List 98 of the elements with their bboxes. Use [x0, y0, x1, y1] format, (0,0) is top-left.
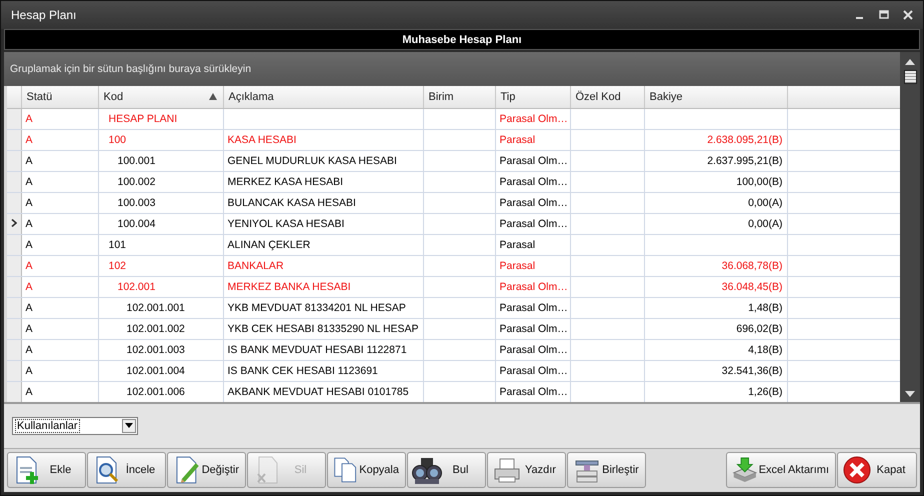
scroll-up-icon[interactable] — [904, 58, 916, 66]
column-header[interactable]: Tip — [495, 86, 570, 109]
table-cell-text: 100.003 — [116, 197, 156, 210]
table-cell: A — [26, 155, 33, 168]
table-cell: 1,48(B) — [748, 302, 782, 314]
toolbar-button[interactable]: Kopyala — [327, 452, 406, 488]
table-cell: Parasal Olm… — [500, 113, 568, 126]
column-header[interactable]: Açıklama — [223, 86, 423, 109]
table-cell: A — [26, 239, 33, 252]
table-cell-text: 102.001.002 — [126, 323, 185, 336]
table-cell-text: 101 — [108, 239, 126, 252]
table-cell: MERKEZ BANKA HESABI — [228, 281, 351, 294]
table-cell: A — [26, 302, 33, 314]
table-cell-text: HESAP PLANI — [108, 113, 178, 126]
table-cell: BANKALAR — [228, 260, 284, 272]
column-header[interactable]: Statü — [21, 86, 98, 109]
table-cell-text: 100.004 — [116, 218, 156, 230]
toolbar-button[interactable]: Excel Aktarımı — [726, 452, 836, 488]
header-title: Muhasebe Hesap Planı — [402, 34, 522, 46]
table-cell-text: 102.001.003 — [126, 344, 185, 356]
toolbar-button[interactable]: İncele — [87, 452, 166, 488]
table-cell: 32.541,36(B) — [722, 365, 782, 378]
table-cell: ALINAN ÇEKLER — [228, 239, 310, 252]
table-cell: A — [26, 197, 33, 210]
table-cell: A — [26, 113, 33, 126]
table-cell: AKBANK MEVDUAT HESABI 0101785 — [228, 386, 409, 398]
table-cell: A — [26, 218, 33, 230]
table-cell: 696,02(B) — [736, 323, 782, 336]
table-cell: Parasal Olm… — [500, 155, 568, 168]
table-cell: A — [26, 344, 33, 356]
table-cell: YKB CEK HESABI 81335290 NL HESAP — [228, 323, 419, 336]
table-cell: Parasal Olm… — [500, 365, 568, 378]
scroll-down-icon[interactable] — [904, 390, 916, 398]
table-cell: 0,00(A) — [748, 197, 782, 210]
current-row-icon — [11, 219, 17, 228]
toolbar-button[interactable]: Bul — [407, 452, 486, 488]
table-cell: 36.068,78(B) — [722, 260, 782, 272]
table-cell: 4,18(B) — [748, 344, 782, 356]
table-cell: A — [26, 365, 33, 378]
table-cell: Parasal Olm… — [500, 218, 568, 230]
table-cell: Parasal Olm… — [500, 323, 568, 336]
table-cell-text: 102.001.006 — [126, 386, 185, 398]
table-cell: A — [26, 323, 33, 336]
toolbar-button[interactable]: Yazdır — [487, 452, 566, 488]
table-cell: A — [26, 281, 33, 294]
column-header[interactable]: Bakiye — [644, 86, 787, 109]
filter-dropdown[interactable]: Kullanılanlar — [12, 416, 138, 435]
toolbar-button[interactable]: Değiştir — [167, 452, 246, 488]
table-cell: Parasal Olm… — [500, 386, 568, 398]
table-cell: IS BANK MEVDUAT HESABI 1122871 — [228, 344, 407, 356]
table-cell-text: 100.002 — [116, 176, 156, 188]
row-indicator[interactable] — [7, 214, 21, 235]
table-cell: A — [26, 260, 33, 272]
table-cell: GENEL MUDURLUK KASA HESABI — [228, 155, 397, 168]
table-cell: 100,00(B) — [736, 176, 782, 188]
table-cell-text: 100.001 — [116, 155, 156, 168]
table-cell-text: 100 — [108, 134, 126, 146]
scroll-thumb[interactable] — [904, 70, 916, 84]
sort-up-icon — [208, 93, 216, 100]
table-cell: IS BANK CEK HESABI 1123691 — [228, 365, 378, 378]
table-cell: Parasal Olm… — [500, 302, 568, 314]
table-cell: Parasal — [500, 260, 536, 272]
table-cell: KASA HESABI — [228, 134, 296, 146]
table-cell: 0,00(A) — [748, 218, 782, 230]
table-cell: YKB MEVDUAT 81334201 NL HESAP — [228, 302, 406, 314]
window-title: Hesap Planı — [11, 8, 76, 22]
table-cell: A — [26, 386, 33, 398]
table-cell: A — [26, 176, 33, 188]
table-cell-text: 102.001.004 — [126, 365, 185, 378]
table-cell-text: 102.001.001 — [126, 302, 185, 314]
table-cell-text: 102 — [108, 260, 126, 272]
table-cell-text: 102.001 — [116, 281, 156, 294]
close-icon[interactable] — [903, 10, 913, 20]
table-cell: 2.638.095,21(B) — [707, 134, 782, 146]
table-cell: Parasal Olm… — [500, 344, 568, 356]
column-header[interactable]: Kod — [98, 86, 223, 109]
maximize-icon[interactable] — [879, 10, 889, 20]
table-cell: 2.637.995,21(B) — [707, 155, 782, 168]
toolbar-button[interactable]: Ekle — [7, 452, 86, 488]
table-cell: Parasal Olm… — [500, 176, 568, 188]
column-header[interactable]: Birim — [423, 86, 495, 109]
table-cell: Parasal — [500, 134, 536, 146]
group-hint: Gruplamak için bir sütun başlığını buraya sürükleyin — [10, 63, 252, 76]
table-cell: Parasal — [500, 239, 536, 252]
column-header[interactable]: Özel Kod — [570, 86, 644, 109]
table-cell: Parasal Olm… — [500, 281, 568, 294]
table-cell: A — [26, 134, 33, 146]
table-cell: YENIYOL KASA HESABI — [228, 218, 344, 230]
header-indicator — [7, 86, 21, 109]
close-icon — [842, 455, 872, 486]
table-cell: 36.048,45(B) — [722, 281, 782, 294]
table-cell: BULANCAK KASA HESABI — [228, 197, 356, 210]
table-cell: MERKEZ KASA HESABI — [228, 176, 344, 188]
toolbar-button[interactable]: Kapat — [837, 452, 917, 488]
find-icon — [412, 455, 442, 486]
toolbar-button[interactable]: Birleştir — [567, 452, 646, 488]
table-cell: 1,26(B) — [748, 386, 782, 398]
table-cell: Parasal Olm… — [500, 197, 568, 210]
